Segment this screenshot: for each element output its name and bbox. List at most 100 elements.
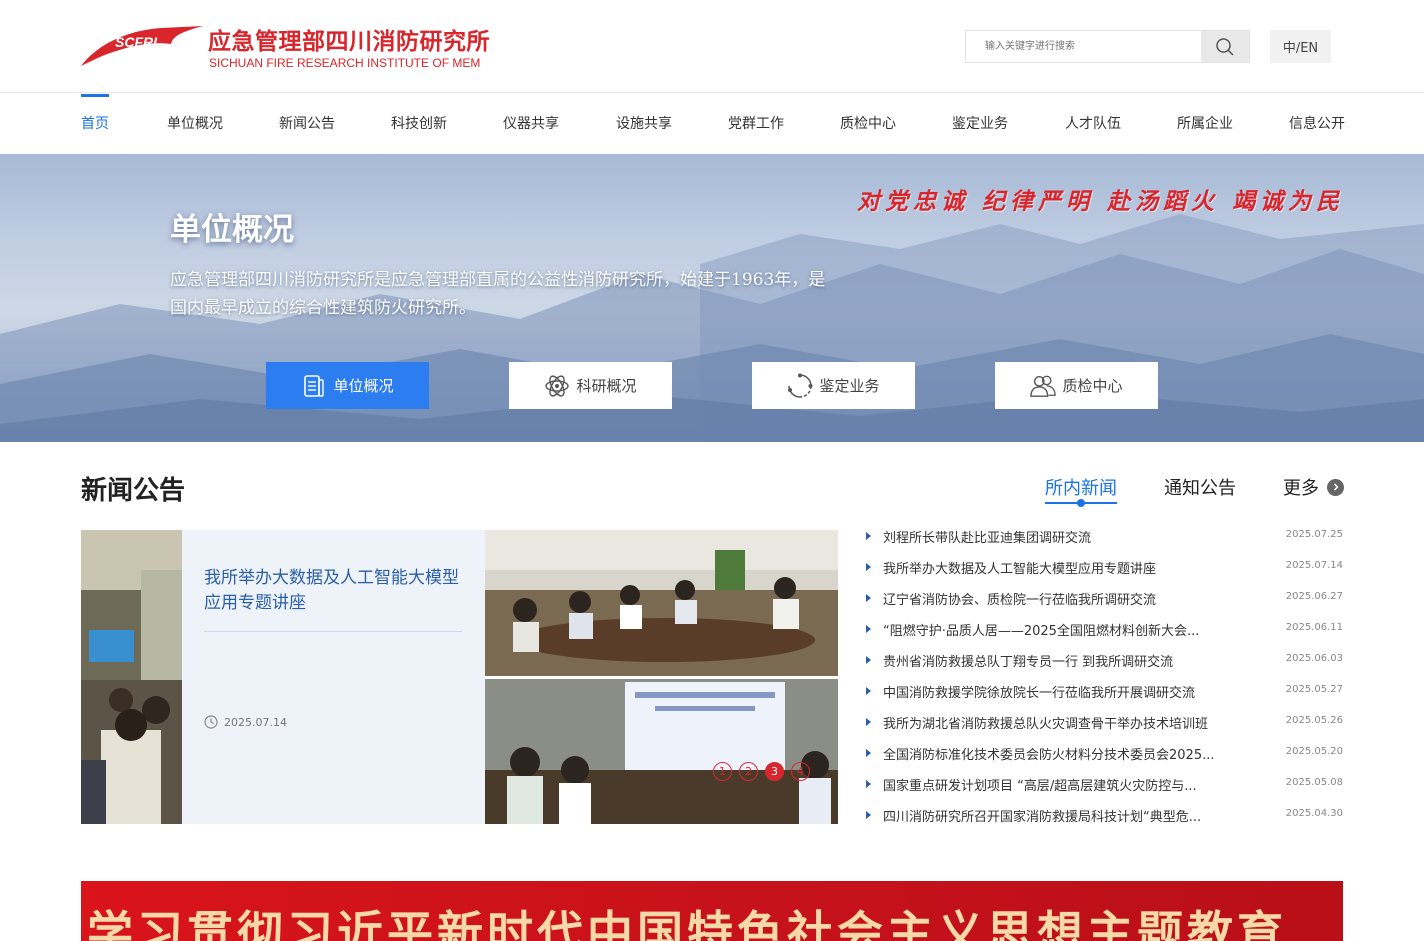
carousel-page-3[interactable]: 3: [765, 762, 784, 781]
news-title[interactable]: 刘程所长带队赴比亚迪集团调研交流: [883, 527, 1223, 546]
nav-item-facilities[interactable]: 设施共享: [616, 94, 672, 154]
list-item[interactable]: 国家重点研发计划项目 “高层/超高层建筑火灾防控与... 2025.05.08: [866, 769, 1343, 800]
chevron-right-icon: [1327, 478, 1344, 496]
bullet-arrow-icon: [866, 625, 871, 633]
banner-button-label: 科研概况: [576, 377, 637, 395]
news-date: 2025.06.11: [1285, 622, 1343, 633]
news-title[interactable]: 国家重点研发计划项目 “高层/超高层建筑火灾防控与...: [883, 775, 1223, 794]
tab-indicator-dot: [1077, 499, 1085, 507]
nav-item-overview[interactable]: 单位概况: [167, 94, 223, 154]
news-date: 2025.06.27: [1285, 591, 1343, 602]
banner-button-label: 单位概况: [333, 377, 394, 395]
news-title[interactable]: 中国消防救援学院徐放院长一行莅临我所开展调研交流: [883, 682, 1223, 701]
list-item[interactable]: 我所为湖北省消防救援总队火灾调查骨干举办技术培训班 2025.05.26: [866, 707, 1343, 738]
logo-text: SCFRI: [115, 34, 158, 50]
theme-education-banner[interactable]: 学习贯彻习近平新时代中国特色社会主义思想主题教育: [81, 881, 1343, 941]
news-date: 2025.05.20: [1285, 746, 1343, 757]
search-box: [965, 30, 1250, 63]
list-item[interactable]: 我所举办大数据及人工智能大模型应用专题讲座 2025.07.14: [866, 552, 1343, 583]
search-button[interactable]: [1201, 31, 1249, 62]
carousel-pager: 1 2 3 4: [713, 762, 810, 781]
news-date: 2025.05.08: [1285, 777, 1343, 788]
news-title[interactable]: 我所举办大数据及人工智能大模型应用专题讲座: [883, 558, 1223, 577]
news-date: 2025.07.25: [1285, 529, 1343, 540]
more-link[interactable]: 更多: [1283, 474, 1344, 500]
logo[interactable]: SCFRI: [81, 22, 203, 68]
news-title[interactable]: 贵州省消防救援总队丁翔专员一行 到我所调研交流: [883, 651, 1223, 670]
tab-notices[interactable]: 通知公告: [1164, 474, 1236, 500]
document-icon: [301, 373, 327, 399]
nav-item-news[interactable]: 新闻公告: [279, 94, 335, 154]
bullet-arrow-icon: [866, 718, 871, 726]
list-item[interactable]: 刘程所长带队赴比亚迪集团调研交流 2025.07.25: [866, 521, 1343, 552]
bullet-arrow-icon: [866, 563, 871, 571]
lecture-photo-illustration: [81, 530, 182, 824]
list-item[interactable]: 中国消防救援学院徐放院长一行莅临我所开展调研交流 2025.05.27: [866, 676, 1343, 707]
nav-item-instruments[interactable]: 仪器共享: [503, 94, 559, 154]
nav-item-disclosure[interactable]: 信息公开: [1289, 94, 1345, 154]
news-section-title: 新闻公告: [81, 476, 186, 506]
org-name-en: SICHUAN FIRE RESEARCH INSTITUTE OF MEM: [209, 56, 481, 70]
clock-icon: [204, 715, 218, 729]
bullet-arrow-icon: [866, 594, 871, 602]
refresh-icon: [787, 373, 813, 399]
carousel-page-2[interactable]: 2: [739, 762, 758, 781]
banner-button-quality[interactable]: 质检中心: [995, 362, 1158, 409]
banner-button-label: 鉴定业务: [819, 377, 880, 395]
banner-title: 单位概况: [170, 212, 294, 248]
featured-news-title[interactable]: 我所举办大数据及人工智能大模型应用专题讲座: [204, 566, 466, 616]
banner-button-appraisal[interactable]: 鉴定业务: [752, 362, 915, 409]
nav-item-innovation[interactable]: 科技创新: [391, 94, 447, 154]
nav-item-party[interactable]: 党群工作: [728, 94, 784, 154]
theme-education-text: 学习贯彻习近平新时代中国特色社会主义思想主题教育: [87, 906, 1287, 941]
more-label: 更多: [1283, 478, 1319, 499]
nav-item-home[interactable]: 首页: [81, 94, 109, 154]
banner-button-overview[interactable]: 单位概况: [266, 362, 429, 409]
featured-news-card[interactable]: 我所举办大数据及人工智能大模型应用专题讲座 2025.07.14: [182, 530, 485, 824]
news-title[interactable]: 全国消防标准化技术委员会防火材料分技术委员会2025...: [883, 744, 1223, 763]
carousel-page-4[interactable]: 4: [791, 762, 810, 781]
bullet-arrow-icon: [866, 780, 871, 788]
news-title[interactable]: 四川消防研究所召开国家消防救援局科技计划“典型危...: [883, 806, 1223, 825]
nav-item-appraisal[interactable]: 鉴定业务: [952, 94, 1008, 154]
banner-button-label: 质检中心: [1062, 377, 1123, 395]
news-date: 2025.06.03: [1285, 653, 1343, 664]
news-date: 2025.05.27: [1285, 684, 1343, 695]
bullet-arrow-icon: [866, 687, 871, 695]
main-nav: 首页 单位概况 新闻公告 科技创新 仪器共享 设施共享 党群工作 质检中心 鉴定…: [0, 94, 1424, 154]
news-date: 2025.05.26: [1285, 715, 1343, 726]
bullet-arrow-icon: [866, 532, 871, 540]
search-icon: [1216, 37, 1234, 56]
hero-banner: 对党忠诚 纪律严明 赴汤蹈火 竭诚为民 单位概况 应急管理部四川消防研究所是应急…: [0, 154, 1424, 442]
list-item[interactable]: 全国消防标准化技术委员会防火材料分技术委员会2025... 2025.05.20: [866, 738, 1343, 769]
banner-description: 应急管理部四川消防研究所是应急管理部直属的公益性消防研究所，始建于1963年，是…: [170, 270, 826, 318]
featured-date-text: 2025.07.14: [224, 715, 287, 729]
news-title[interactable]: 辽宁省消防协会、质检院一行莅临我所调研交流: [883, 589, 1223, 608]
featured-news-date: 2025.07.14: [204, 715, 287, 729]
list-item[interactable]: 贵州省消防救援总队丁翔专员一行 到我所调研交流 2025.06.03: [866, 645, 1343, 676]
nav-item-talent[interactable]: 人才队伍: [1065, 94, 1121, 154]
bullet-arrow-icon: [866, 749, 871, 757]
carousel-page-1[interactable]: 1: [713, 762, 732, 781]
tab-institute-news[interactable]: 所内新闻: [1045, 474, 1117, 500]
org-name-cn[interactable]: 应急管理部四川消防研究所: [208, 22, 490, 56]
atom-icon: [544, 373, 570, 399]
site-header: SCFRI 应急管理部四川消防研究所 SICHUAN FIRE RESEARCH…: [0, 0, 1424, 93]
news-title[interactable]: “阻燃守护·品质人居——2025全国阻燃材料创新大会...: [883, 620, 1223, 639]
nav-item-quality[interactable]: 质检中心: [840, 94, 896, 154]
news-date: 2025.04.30: [1285, 808, 1343, 819]
list-item[interactable]: 四川消防研究所召开国家消防救援局科技计划“典型危... 2025.04.30: [866, 800, 1343, 831]
nav-item-enterprises[interactable]: 所属企业: [1177, 94, 1233, 154]
bullet-arrow-icon: [866, 656, 871, 664]
banner-button-research[interactable]: 科研概况: [509, 362, 672, 409]
search-input[interactable]: [966, 31, 1203, 62]
bullet-arrow-icon: [866, 811, 871, 819]
news-date: 2025.07.14: [1285, 560, 1343, 571]
list-item[interactable]: “阻燃守护·品质人居——2025全国阻燃材料创新大会... 2025.06.11: [866, 614, 1343, 645]
list-item[interactable]: 辽宁省消防协会、质检院一行莅临我所调研交流 2025.06.27: [866, 583, 1343, 614]
language-switch[interactable]: 中/EN: [1270, 30, 1331, 63]
users-icon: [1030, 373, 1057, 399]
featured-divider: [204, 631, 462, 632]
news-photo-lecture[interactable]: [81, 530, 182, 824]
news-title[interactable]: 我所为湖北省消防救援总队火灾调查骨干举办技术培训班: [883, 713, 1223, 732]
